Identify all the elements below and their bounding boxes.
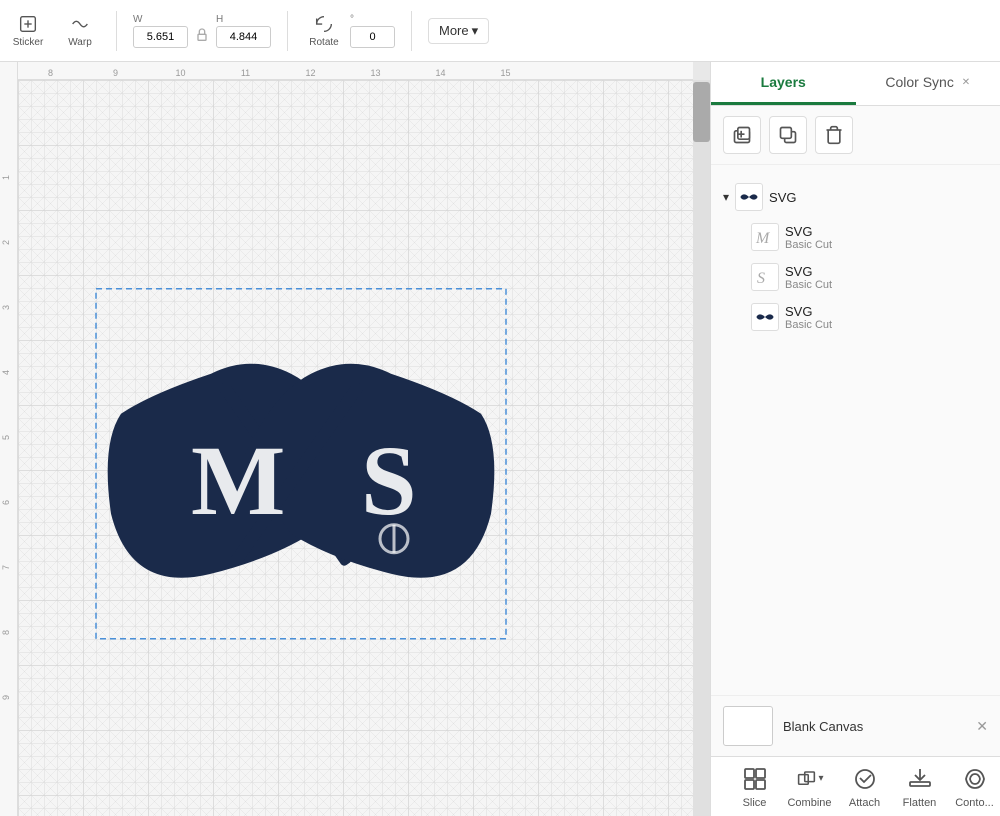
svg-text:M: M <box>191 425 285 536</box>
separator-2 <box>287 11 288 51</box>
more-button[interactable]: More ▾ <box>428 18 489 44</box>
layer-item[interactable]: S SVG Basic Cut <box>719 257 992 297</box>
ruler-tick: 5 <box>0 405 17 470</box>
rotate-input-group: ° <box>350 14 395 48</box>
ruler-tick: 8 <box>0 600 17 665</box>
size-w-input-group: W <box>133 14 188 48</box>
flatten-icon <box>906 765 934 793</box>
ruler-horizontal: 8 9 10 11 12 13 14 15 <box>0 62 693 80</box>
ruler-tick: 8 <box>18 68 83 79</box>
layer-group-svg: ▾ SVG M <box>711 173 1000 341</box>
ruler-tick: 15 <box>473 68 538 79</box>
ruler-tick <box>0 80 17 145</box>
separator-3 <box>411 11 412 51</box>
ruler-tick: 9 <box>83 68 148 79</box>
scrollbar-thumb[interactable] <box>693 82 710 142</box>
ruler-tick: 12 <box>278 68 343 79</box>
attach-tool[interactable]: Attach <box>837 765 892 809</box>
blank-canvas-section: Blank Canvas ✕ <box>711 695 1000 756</box>
layer-thumb-s: S <box>751 263 779 291</box>
top-toolbar: Sticker Warp W H <box>0 0 1000 62</box>
ruler-tick: 4 <box>0 340 17 405</box>
ruler-tick: 2 <box>0 210 17 275</box>
chevron-down-icon: ▾ <box>472 23 479 39</box>
layer-item[interactable]: M SVG Basic Cut <box>719 217 992 257</box>
ruler-tick: 6 <box>0 470 17 535</box>
tab-close-icon[interactable]: ✕ <box>962 77 970 88</box>
ruler-tick: 11 <box>213 68 278 79</box>
grid-canvas[interactable]: M S <box>18 80 693 816</box>
layer-item[interactable]: SVG Basic Cut <box>719 297 992 337</box>
width-input[interactable] <box>133 26 188 48</box>
rotate-tool[interactable]: Rotate <box>304 13 344 48</box>
ruler-tick: 1 <box>0 145 17 210</box>
rotate-input[interactable] <box>350 26 395 48</box>
panel-tabs: Layers Color Sync ✕ <box>711 62 1000 106</box>
bottom-toolbar: Slice ▾ Combine <box>711 756 1000 816</box>
height-input[interactable] <box>216 26 271 48</box>
delete-layer-button[interactable] <box>815 116 853 154</box>
ruler-tick: 9 <box>0 665 17 730</box>
blank-canvas-thumb <box>723 706 773 746</box>
ruler-tick: 14 <box>408 68 473 79</box>
attach-icon <box>851 765 879 793</box>
ruler-tick: 13 <box>343 68 408 79</box>
add-layer-button[interactable] <box>723 116 761 154</box>
svg-text:M: M <box>755 230 771 247</box>
svg-text:S: S <box>757 270 765 287</box>
main-area: 8 9 10 11 12 13 14 15 1 2 3 4 5 6 7 8 <box>0 62 1000 816</box>
combine-tool[interactable]: ▾ Combine <box>782 765 837 809</box>
ruler-tick: 10 <box>148 68 213 79</box>
contour-tool[interactable]: Conto... <box>947 765 1000 809</box>
layers-list[interactable]: ▾ SVG M <box>711 165 1000 695</box>
ruler-tick: 7 <box>0 535 17 600</box>
svg-art[interactable]: M S <box>91 284 511 644</box>
svg-text:S: S <box>361 425 417 536</box>
ruler-vertical: 1 2 3 4 5 6 7 8 9 <box>0 62 18 816</box>
layer-thumb-flags <box>751 303 779 331</box>
tab-color-sync[interactable]: Color Sync ✕ <box>856 62 1000 105</box>
scrollbar-vertical[interactable] <box>693 80 710 816</box>
slice-tool[interactable]: Slice <box>727 765 782 809</box>
flatten-tool[interactable]: Flatten <box>892 765 947 809</box>
separator-1 <box>116 11 117 51</box>
combine-icon: ▾ <box>796 765 824 793</box>
canvas-area[interactable]: 8 9 10 11 12 13 14 15 1 2 3 4 5 6 7 8 <box>0 62 710 816</box>
duplicate-layer-button[interactable] <box>769 116 807 154</box>
art-container[interactable]: M S <box>91 284 511 649</box>
right-panel: Layers Color Sync ✕ <box>710 62 1000 816</box>
sticker-tool[interactable]: Sticker <box>8 13 48 48</box>
layer-group-header[interactable]: ▾ SVG <box>719 177 992 217</box>
chevron-icon: ▾ <box>723 190 729 204</box>
size-h-input-group: H <box>216 14 271 48</box>
slice-icon <box>741 765 769 793</box>
ruler-tick: 3 <box>0 275 17 340</box>
layer-thumb-m: M <box>751 223 779 251</box>
lock-ratio[interactable] <box>194 27 210 43</box>
blank-canvas-close-icon[interactable]: ✕ <box>976 718 988 735</box>
panel-action-icons <box>711 106 1000 165</box>
layer-group-thumb <box>735 183 763 211</box>
tab-layers[interactable]: Layers <box>711 62 856 105</box>
warp-tool[interactable]: Warp <box>60 13 100 48</box>
contour-icon <box>961 765 989 793</box>
